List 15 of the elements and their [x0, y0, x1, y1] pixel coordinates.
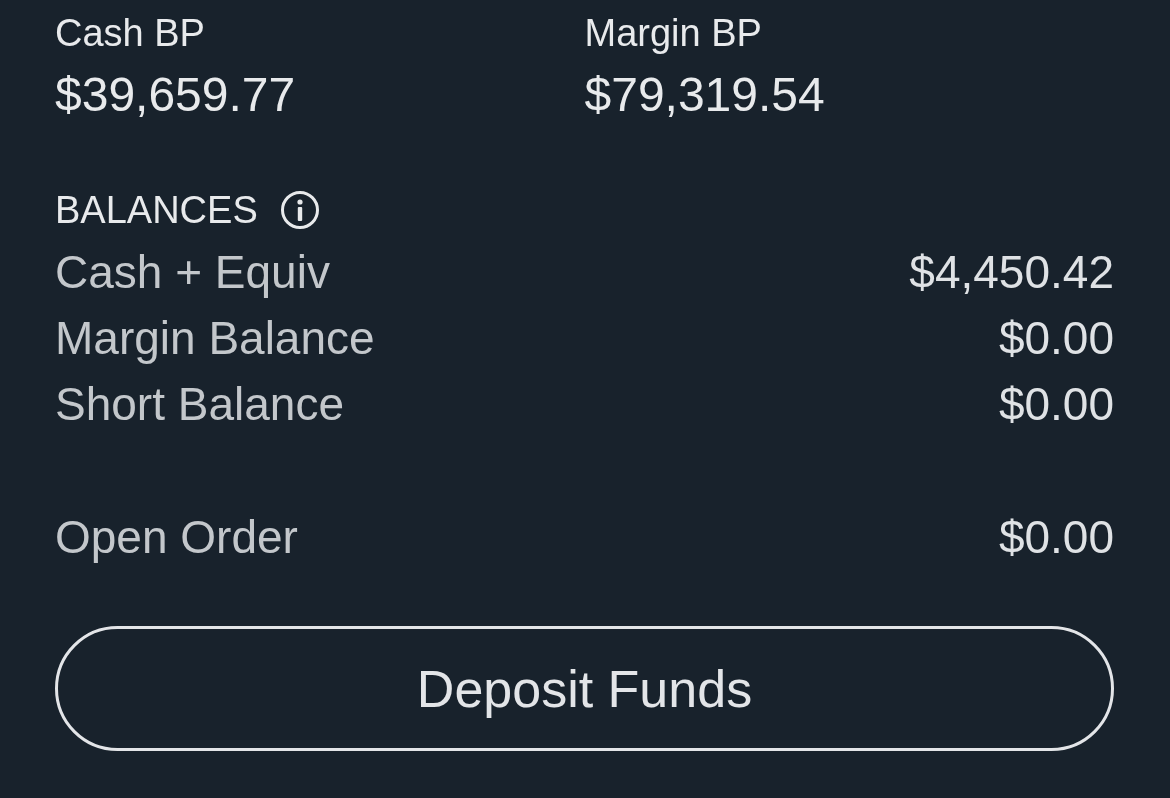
balance-amount: $4,450.42: [909, 245, 1114, 300]
info-icon[interactable]: [279, 190, 320, 230]
balance-label: Short Balance: [55, 377, 344, 432]
buying-power-label: Cash BP: [55, 11, 206, 55]
balance-amount: $0.00: [998, 311, 1114, 366]
balance-label: Margin Balance: [55, 311, 375, 366]
balance-amount: $0.00: [998, 377, 1114, 432]
buying-power-amount: $39,659.77: [55, 67, 297, 123]
balance-amount: $0.00: [998, 510, 1114, 565]
buying-power-label: Margin BP: [584, 11, 763, 55]
section-heading: BALANCES: [55, 188, 258, 232]
balance-label: Open Order: [55, 510, 298, 565]
balance-label: Cash + Equiv: [55, 245, 330, 300]
buying-power-amount: $79,319.54: [584, 67, 826, 123]
deposit-funds-button[interactable]: Deposit Funds: [55, 626, 1114, 751]
